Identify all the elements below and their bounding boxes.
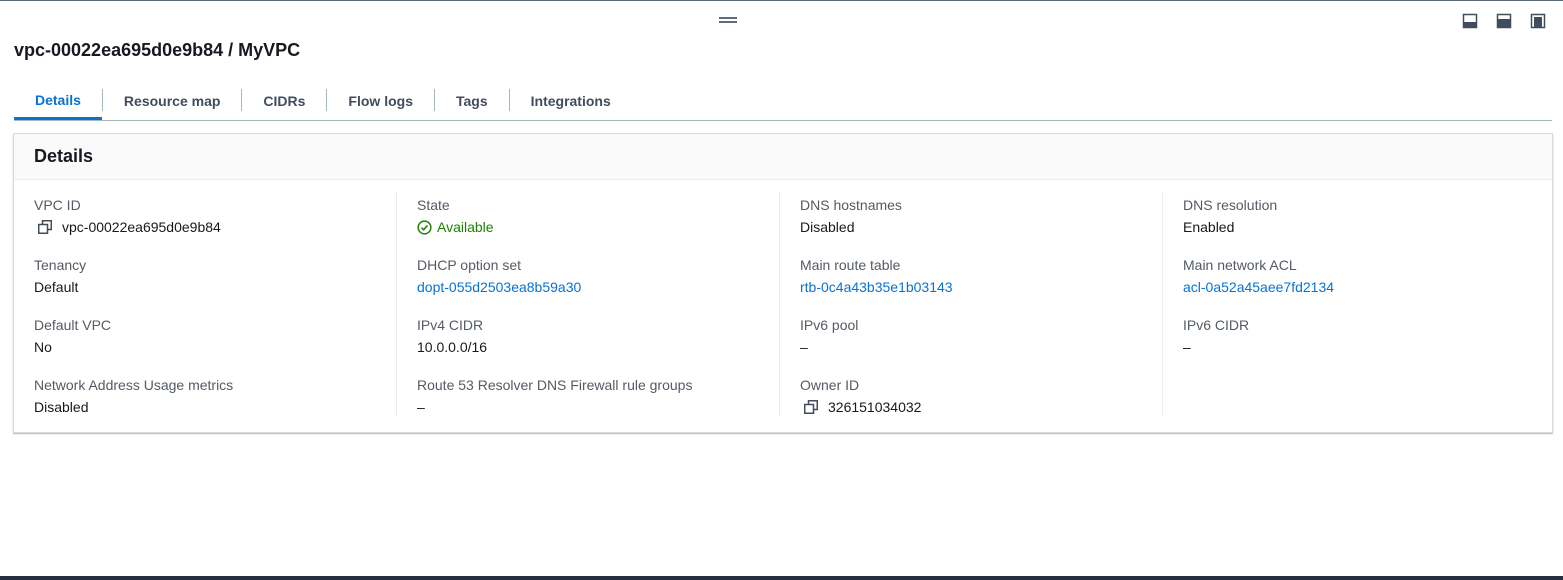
field-label: IPv4 CIDR bbox=[417, 317, 484, 333]
field-label: State bbox=[417, 197, 450, 213]
tab-flow-logs[interactable]: Flow logs bbox=[327, 83, 434, 119]
tab-details[interactable]: Details bbox=[14, 83, 102, 120]
bottom-bar bbox=[0, 576, 1563, 580]
details-header: Details bbox=[14, 134, 1552, 180]
field-main-route-table: Main route table rtb-0c4a43b35e1b03143 bbox=[800, 256, 1163, 316]
copy-icon[interactable] bbox=[804, 400, 818, 414]
field-label: Route 53 Resolver DNS Firewall rule grou… bbox=[417, 377, 693, 393]
field-label: Owner ID bbox=[800, 377, 860, 393]
details-column-2: State Available DHCP option set dopt-055… bbox=[397, 180, 780, 434]
dns-resolution-value: Enabled bbox=[1183, 219, 1235, 235]
field-dns-hostnames: DNS hostnames Disabled bbox=[800, 196, 1163, 256]
tab-resource-map[interactable]: Resource map bbox=[103, 83, 241, 119]
copy-icon[interactable] bbox=[38, 220, 52, 234]
page-title: vpc-00022ea695d0e9b84 / MyVPC bbox=[14, 40, 301, 60]
field-tenancy: Tenancy Default bbox=[34, 256, 397, 316]
details-column-3: DNS hostnames Disabled Main route table … bbox=[780, 180, 1163, 434]
field-main-network-acl: Main network ACL acl-0a52a45aee7fd2134 bbox=[1183, 256, 1546, 316]
main-route-table-link[interactable]: rtb-0c4a43b35e1b03143 bbox=[800, 278, 1163, 296]
field-owner-id: Owner ID 326151034032 bbox=[800, 376, 1163, 436]
field-label: Main route table bbox=[800, 257, 901, 273]
pane-controls bbox=[1462, 13, 1546, 29]
field-ipv6-cidr: IPv6 CIDR – bbox=[1183, 316, 1546, 376]
default-vpc-value: No bbox=[34, 339, 52, 355]
details-heading: Details bbox=[34, 146, 94, 166]
ipv6-pool-value: – bbox=[800, 339, 808, 355]
field-ipv4-cidr: IPv4 CIDR 10.0.0.0/16 bbox=[417, 316, 780, 376]
field-label: Network Address Usage metrics bbox=[34, 377, 234, 393]
tab-cidrs[interactable]: CIDRs bbox=[242, 83, 326, 119]
tab-list: Details Resource map CIDRs Flow logs Tag… bbox=[14, 83, 1552, 121]
field-vpc-id: VPC ID vpc-00022ea695d0e9b84 bbox=[34, 196, 397, 256]
split-bottom-icon[interactable] bbox=[1462, 13, 1478, 29]
top-border bbox=[0, 0, 1563, 4]
status-positive-icon bbox=[417, 219, 432, 235]
field-default-vpc: Default VPC No bbox=[34, 316, 397, 376]
field-label: VPC ID bbox=[34, 197, 81, 213]
field-dhcp-option-set: DHCP option set dopt-055d2503ea8b59a30 bbox=[417, 256, 780, 316]
vpc-id-value: vpc-00022ea695d0e9b84 bbox=[62, 219, 221, 235]
dns-hostnames-value: Disabled bbox=[800, 219, 855, 235]
field-ipv6-pool: IPv6 pool – bbox=[800, 316, 1163, 376]
network-address-usage-value: Disabled bbox=[34, 399, 89, 415]
field-value: vpc-00022ea695d0e9b84 bbox=[34, 218, 397, 236]
dhcp-option-set-link[interactable]: dopt-055d2503ea8b59a30 bbox=[417, 278, 780, 296]
route53-firewall-value: – bbox=[417, 399, 425, 415]
field-label: Tenancy bbox=[34, 257, 87, 273]
field-label: Main network ACL bbox=[1183, 257, 1297, 273]
field-label: IPv6 pool bbox=[800, 317, 859, 333]
details-column-1: VPC ID vpc-00022ea695d0e9b84 Tenancy Def… bbox=[14, 180, 397, 434]
field-value: 326151034032 bbox=[800, 398, 1163, 416]
field-label: DNS resolution bbox=[1183, 197, 1278, 213]
field-label: DHCP option set bbox=[417, 257, 522, 273]
details-container: Details VPC ID vpc-00022ea695d0e9b84 Ten… bbox=[13, 133, 1553, 433]
owner-id-value: 326151034032 bbox=[828, 399, 922, 415]
field-state: State Available bbox=[417, 196, 780, 256]
maximize-icon[interactable] bbox=[1530, 13, 1546, 29]
details-column-4: DNS resolution Enabled Main network ACL … bbox=[1163, 180, 1546, 434]
tab-tags[interactable]: Tags bbox=[435, 83, 509, 119]
main-network-acl-link[interactable]: acl-0a52a45aee7fd2134 bbox=[1183, 278, 1546, 296]
field-label: DNS hostnames bbox=[800, 197, 902, 213]
field-network-address-usage: Network Address Usage metrics Disabled bbox=[34, 376, 397, 436]
state-value: Available bbox=[437, 219, 494, 235]
tab-integrations[interactable]: Integrations bbox=[510, 83, 632, 119]
status-indicator: Available bbox=[417, 218, 780, 236]
drag-handle-icon[interactable] bbox=[719, 17, 737, 25]
split-side-icon[interactable] bbox=[1496, 13, 1512, 29]
tenancy-value: Default bbox=[34, 279, 79, 295]
ipv6-cidr-value: – bbox=[1183, 339, 1191, 355]
field-route53-firewall: Route 53 Resolver DNS Firewall rule grou… bbox=[417, 376, 780, 436]
field-label: Default VPC bbox=[34, 317, 112, 333]
details-columns: VPC ID vpc-00022ea695d0e9b84 Tenancy Def… bbox=[14, 180, 1552, 434]
field-label: IPv6 CIDR bbox=[1183, 317, 1250, 333]
field-dns-resolution: DNS resolution Enabled bbox=[1183, 196, 1546, 256]
ipv4-cidr-value: 10.0.0.0/16 bbox=[417, 339, 488, 355]
